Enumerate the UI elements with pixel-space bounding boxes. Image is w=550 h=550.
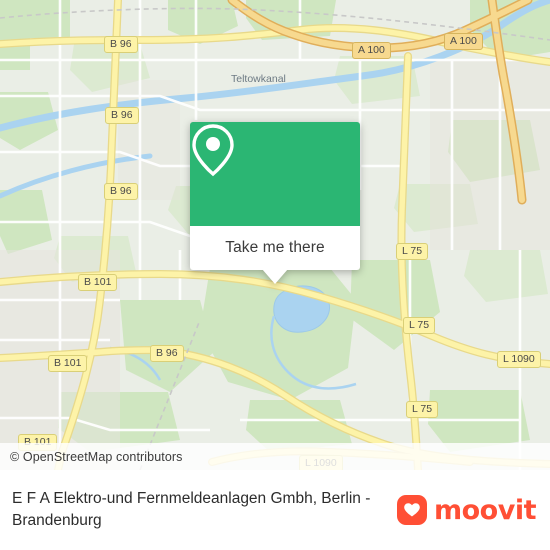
- callout-tail: [262, 269, 288, 284]
- road-shield-l1090-1[interactable]: L 1090: [497, 351, 541, 368]
- place-title: E F A Elektro-und Fernmeldeanlagen Gmbh,…: [12, 490, 371, 529]
- attribution-text: © OpenStreetMap contributors: [10, 449, 183, 464]
- moovit-wordmark: moovit: [434, 494, 537, 526]
- road-shield-b101-1[interactable]: B 101: [78, 274, 118, 291]
- map-canvas[interactable]: Teltowkanal B 96 A 100 A 100 B 96 B 96 L…: [0, 0, 550, 470]
- take-me-there-button[interactable]: Take me there: [190, 226, 360, 284]
- callout-pin-panel: [190, 122, 360, 226]
- road-shield-b101-2[interactable]: B 101: [48, 355, 88, 372]
- road-shield-a100-1[interactable]: A 100: [352, 42, 391, 59]
- road-shield-b96-4[interactable]: B 96: [150, 345, 184, 362]
- footer-bar: E F A Elektro-und Fernmeldeanlagen Gmbh,…: [0, 470, 550, 550]
- moovit-heart-icon: [404, 503, 420, 517]
- moovit-brand[interactable]: moovit: [397, 494, 537, 526]
- road-shield-l75-3[interactable]: L 75: [406, 401, 439, 418]
- road-shield-b96-3[interactable]: B 96: [104, 183, 138, 200]
- road-shield-b96-1[interactable]: B 96: [104, 36, 138, 53]
- road-shield-l75-2[interactable]: L 75: [403, 317, 436, 334]
- map-screenshot: Teltowkanal B 96 A 100 A 100 B 96 B 96 L…: [0, 0, 550, 550]
- road-shield-l75-1[interactable]: L 75: [396, 243, 429, 260]
- map-pin-icon: [192, 124, 234, 177]
- moovit-logo-mark: [397, 495, 427, 525]
- location-callout[interactable]: Take me there: [190, 122, 360, 284]
- attribution-bar[interactable]: © OpenStreetMap contributors: [0, 443, 550, 470]
- road-shield-b96-2[interactable]: B 96: [105, 107, 139, 124]
- water-label: Teltowkanal: [231, 73, 286, 85]
- take-me-there-label: Take me there: [225, 239, 325, 256]
- road-shield-a100-2[interactable]: A 100: [444, 33, 483, 50]
